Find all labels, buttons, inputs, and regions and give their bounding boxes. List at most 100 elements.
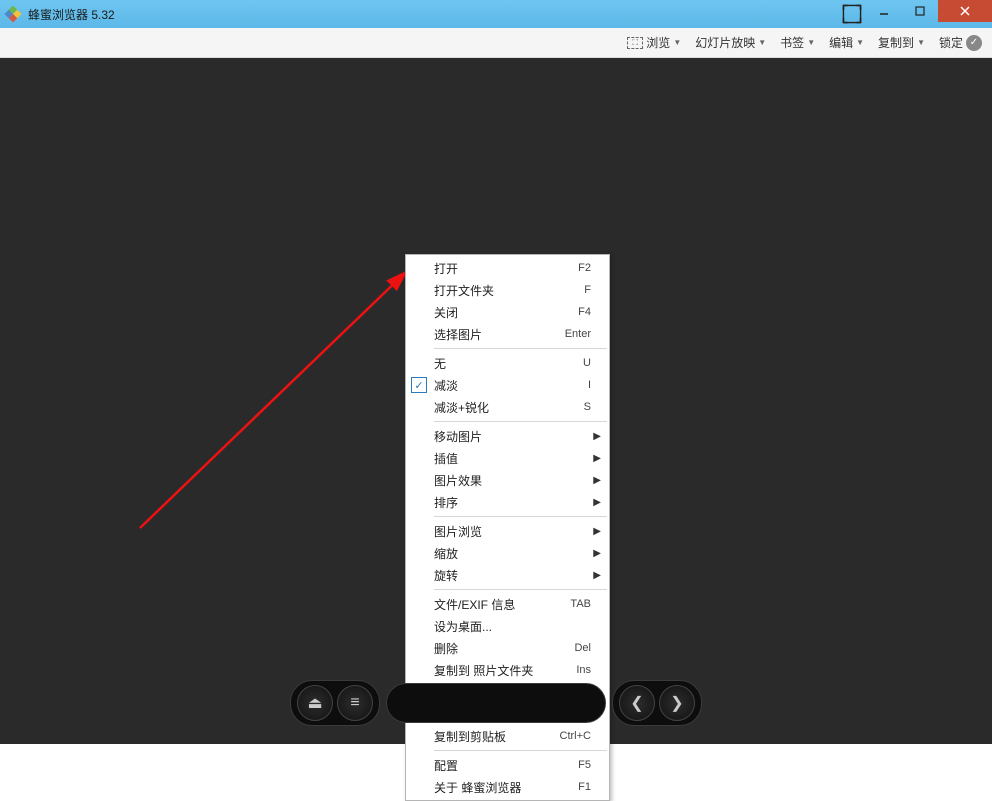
menu-item[interactable]: 缩放▶	[406, 542, 609, 564]
menu-item-shortcut: Ctrl+C	[560, 730, 591, 742]
menu-item-label: 打开	[434, 260, 578, 277]
menu-item[interactable]: 设为桌面...	[406, 615, 609, 637]
menu-item[interactable]: 无U	[406, 352, 609, 374]
menu-item-shortcut: I	[588, 379, 591, 391]
menu-item-label: 减淡+锐化	[434, 399, 584, 416]
menu-item-shortcut: Ins	[576, 664, 591, 676]
menu-item-shortcut: Enter	[565, 328, 591, 340]
frame-icon: ⛶	[627, 37, 643, 49]
dropdown-icon: ▼	[807, 38, 815, 47]
eject-button[interactable]: ⏏	[297, 685, 333, 721]
menu-item-shortcut: Del	[574, 642, 591, 654]
check-icon: ✓	[411, 377, 427, 393]
menu-item[interactable]: 关闭F4	[406, 301, 609, 323]
menu-item-shortcut: F	[584, 284, 591, 296]
menu-item-label: 移动图片	[434, 428, 591, 445]
control-bar-center[interactable]	[386, 683, 606, 723]
app-icon	[4, 5, 22, 23]
menu-item[interactable]: 移动图片▶	[406, 425, 609, 447]
prev-button[interactable]: ❮	[619, 685, 655, 721]
menu-item-label: 缩放	[434, 545, 591, 562]
title-bar: 蜂蜜浏览器 5.32	[0, 0, 992, 28]
menu-item-label: 文件/EXIF 信息	[434, 596, 570, 613]
menu-item[interactable]: 图片浏览▶	[406, 520, 609, 542]
maximize-button[interactable]	[902, 0, 938, 22]
browse-menu[interactable]: ⛶ 浏览▼	[625, 30, 683, 55]
menu-item-label: 复制到剪贴板	[434, 728, 560, 745]
menu-separator	[434, 516, 607, 517]
window-title: 蜂蜜浏览器 5.32	[28, 6, 115, 23]
copy-to-menu[interactable]: 复制到▼	[876, 30, 927, 55]
menu-item-label: 插值	[434, 450, 591, 467]
menu-item[interactable]: 图片效果▶	[406, 469, 609, 491]
bookmark-label: 书签	[780, 34, 804, 51]
menu-separator	[434, 421, 607, 422]
dropdown-icon: ▼	[856, 38, 864, 47]
slideshow-label: 幻灯片放映	[695, 34, 755, 51]
menu-item[interactable]: 打开文件夹F	[406, 279, 609, 301]
control-group-left: ⏏ ≡	[290, 680, 380, 726]
menu-item-label: 图片效果	[434, 472, 591, 489]
submenu-arrow-icon: ▶	[593, 526, 601, 537]
annotation-arrow	[130, 258, 420, 538]
menu-item-label: 排序	[434, 494, 591, 511]
menu-item-label: 选择图片	[434, 326, 565, 343]
dropdown-icon: ▼	[758, 38, 766, 47]
menu-item-label: 无	[434, 355, 583, 372]
menu-item[interactable]: 打开F2	[406, 257, 609, 279]
menu-item[interactable]: 排序▶	[406, 491, 609, 513]
menu-item[interactable]: 减淡+锐化S	[406, 396, 609, 418]
menu-item[interactable]: 复制到 照片文件夹Ins	[406, 659, 609, 681]
menu-item-label: 关闭	[434, 304, 578, 321]
menu-item-label: 设为桌面...	[434, 618, 591, 635]
close-button[interactable]	[938, 0, 992, 22]
menu-item-shortcut: S	[584, 401, 591, 413]
menu-button[interactable]: ≡	[337, 685, 373, 721]
menu-item[interactable]: 配置F5	[406, 754, 609, 776]
submenu-arrow-icon: ▶	[593, 431, 601, 442]
next-button[interactable]: ❯	[659, 685, 695, 721]
menu-item-shortcut: F5	[578, 759, 591, 771]
slideshow-menu[interactable]: 幻灯片放映▼	[693, 30, 768, 55]
bookmark-menu[interactable]: 书签▼	[778, 30, 817, 55]
menu-item-label: 打开文件夹	[434, 282, 584, 299]
menu-item[interactable]: 删除Del	[406, 637, 609, 659]
submenu-arrow-icon: ▶	[593, 548, 601, 559]
menu-item-label: 删除	[434, 640, 574, 657]
menu-item-shortcut: F2	[578, 262, 591, 274]
menu-item[interactable]: 选择图片Enter	[406, 323, 609, 345]
menu-item[interactable]: 旋转▶	[406, 564, 609, 586]
menu-item-label: 图片浏览	[434, 523, 591, 540]
image-viewer-area[interactable]: 打开F2打开文件夹F关闭F4选择图片Enter无U✓减淡I减淡+锐化S移动图片▶…	[0, 58, 992, 744]
menu-separator	[434, 589, 607, 590]
dropdown-icon: ▼	[673, 38, 681, 47]
menu-item-label: 减淡	[434, 377, 588, 394]
control-group-right: ❮ ❯	[612, 680, 702, 726]
window-controls	[866, 0, 992, 22]
menu-item-label: 关于 蜂蜜浏览器	[434, 779, 578, 796]
edit-label: 编辑	[829, 34, 853, 51]
edit-menu[interactable]: 编辑▼	[827, 30, 866, 55]
menu-item-shortcut: U	[583, 357, 591, 369]
menu-item-label: 旋转	[434, 567, 591, 584]
dropdown-icon: ▼	[917, 38, 925, 47]
menu-item-label: 配置	[434, 757, 578, 774]
submenu-arrow-icon: ▶	[593, 475, 601, 486]
bottom-controls: ⏏ ≡ ❮ ❯	[290, 680, 702, 726]
submenu-arrow-icon: ▶	[593, 497, 601, 508]
menu-item[interactable]: 文件/EXIF 信息TAB	[406, 593, 609, 615]
toolbar: ⛶ 浏览▼ 幻灯片放映▼ 书签▼ 编辑▼ 复制到▼ 锁定✓	[0, 28, 992, 58]
menu-item-shortcut: TAB	[570, 598, 591, 610]
submenu-arrow-icon: ▶	[593, 570, 601, 581]
menu-item-shortcut: F1	[578, 781, 591, 793]
menu-item[interactable]: 关于 蜂蜜浏览器F1	[406, 776, 609, 798]
submenu-arrow-icon: ▶	[593, 453, 601, 464]
menu-item[interactable]: 插值▶	[406, 447, 609, 469]
minimize-button[interactable]	[866, 0, 902, 22]
menu-item[interactable]: ✓ 减淡I	[406, 374, 609, 396]
menu-item-label: 复制到 照片文件夹	[434, 662, 576, 679]
fullscreen-icon[interactable]	[842, 4, 862, 24]
lock-button[interactable]: 锁定✓	[937, 30, 984, 55]
copyto-label: 复制到	[878, 34, 914, 51]
lock-label: 锁定	[939, 34, 963, 51]
